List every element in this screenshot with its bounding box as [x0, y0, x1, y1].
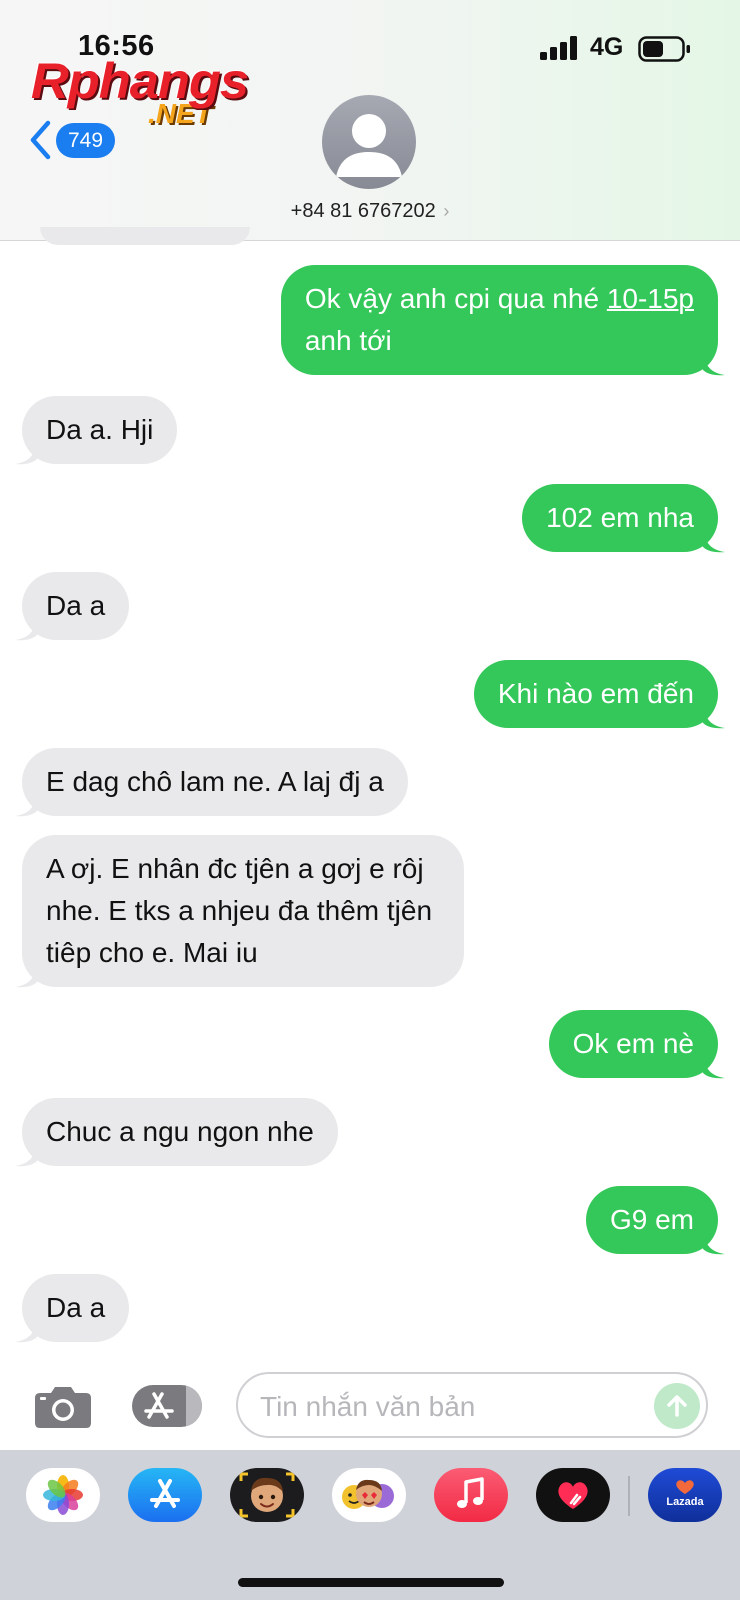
app-store-icon [150, 1479, 180, 1508]
music-icon [457, 1477, 484, 1508]
message-bubble-incoming[interactable]: Da a. Hji [15, 396, 178, 465]
bubble-tail [15, 1319, 37, 1343]
bubble-tail [15, 1143, 37, 1167]
drawer-divider [628, 1476, 630, 1516]
bubble-tail [15, 617, 37, 641]
home-indicator[interactable] [238, 1578, 504, 1587]
message-text: Da a. Hji [46, 414, 154, 445]
lazada-icon [676, 1480, 694, 1494]
watermark-text: Rphangs [30, 53, 249, 109]
message-bubble-outgoing[interactable]: Ok vậy anh cpi qua nhé 10-15p anh tới [280, 265, 725, 376]
send-button[interactable] [654, 1383, 700, 1429]
message-link[interactable]: 10-15p [607, 283, 694, 314]
message-thread[interactable]: Ok vậy anh cpi qua nhé 10-15p anh tới Da… [0, 227, 740, 1361]
person-icon [336, 114, 402, 177]
message-bubble-incoming[interactable]: Da a [15, 572, 130, 641]
message-bubble-outgoing[interactable]: 102 em nha [522, 484, 725, 553]
unread-count-badge: 749 [56, 122, 116, 158]
memoji-app[interactable] [230, 1468, 304, 1522]
message-input[interactable] [258, 1388, 632, 1426]
contact-avatar[interactable] [322, 95, 416, 189]
bubble-tail [703, 705, 725, 729]
message-bubble-outgoing[interactable]: G9 em [585, 1186, 725, 1255]
bubble-tail [15, 441, 37, 465]
message-bubble-incoming[interactable]: Da a [15, 1274, 130, 1343]
message-text: 102 em nha [546, 502, 694, 533]
message-bubble-incoming[interactable]: E dag chô lam ne. A laj đj a [15, 748, 408, 817]
lazada-label: Lazada [666, 1496, 704, 1508]
message-text: anh tới [304, 325, 392, 356]
message-text: nhe. E tks a nhjeu đa thêm tjên [46, 895, 433, 926]
message-text: Da a [46, 1292, 106, 1323]
message-text: A ơj. E nhân đc tjên a gơj e rôj [46, 853, 424, 884]
bubble-tail [15, 793, 37, 817]
message-bubble-outgoing[interactable]: Ok em nè [548, 1010, 725, 1079]
compose-bar [0, 1365, 740, 1445]
heart-touch-icon [558, 1482, 588, 1509]
message-bubble-outgoing[interactable]: Khi nào em đến [473, 660, 725, 729]
message-text: Ok em nè [572, 1028, 694, 1059]
contact-name: +84 81 6767202 [290, 200, 436, 222]
memoji-icon [239, 1472, 295, 1518]
photos-icon [43, 1475, 83, 1515]
message-text: tiêp cho e. Mai iu [46, 937, 258, 968]
bubble-tail [703, 529, 725, 553]
message-bubble-incoming[interactable]: Chuc a ngu ngon nhe [15, 1098, 338, 1167]
bubble-tail [15, 964, 37, 988]
digital-touch-app[interactable] [536, 1468, 610, 1522]
lazada-app[interactable]: Lazada [648, 1468, 722, 1522]
message-text: Chuc a ngu ngon nhe [46, 1116, 314, 1147]
message-text: G9 em [609, 1204, 694, 1235]
app-store-icon [144, 1392, 174, 1419]
message-text: Da a [46, 590, 106, 621]
animoji-stickers-icon [342, 1479, 394, 1509]
arrow-up-icon [667, 1395, 687, 1417]
message-text: Ok vậy anh cpi qua nhé [304, 283, 607, 314]
cellular-signal-icon [540, 36, 577, 60]
music-app[interactable] [434, 1468, 508, 1522]
network-type: 4G [590, 33, 624, 61]
bubble-tail [703, 352, 725, 376]
app-store-app[interactable] [128, 1468, 202, 1522]
chevron-left-icon [30, 120, 51, 160]
contact-name-button[interactable]: +84 81 6767202 › [0, 200, 740, 223]
imessage-app-drawer: Lazada [0, 1450, 740, 1600]
message-input-container[interactable] [236, 1372, 708, 1438]
battery-icon [638, 36, 690, 62]
message-bubble-incoming[interactable]: A ơj. E nhân đc tjên a gơj e rôj nhe. E … [15, 835, 465, 988]
previous-message-bubble [40, 227, 250, 245]
message-text: E dag chô lam ne. A laj đj a [46, 766, 384, 797]
message-text: Khi nào em đến [497, 678, 694, 709]
back-button[interactable]: 749 [28, 120, 116, 160]
watermark-logo: Rphangs .NET [31, 56, 249, 128]
chevron-right-icon: › [443, 201, 450, 221]
bubble-tail [703, 1231, 725, 1255]
camera-icon[interactable] [34, 1385, 92, 1429]
app-store-button[interactable] [132, 1385, 202, 1427]
animoji-stickers-app[interactable] [332, 1468, 406, 1522]
conversation-header: 16:56 4G Rphangs .NET 749 +84 81 6767202… [0, 0, 740, 241]
photos-app[interactable] [26, 1468, 100, 1522]
bubble-tail [703, 1055, 725, 1079]
